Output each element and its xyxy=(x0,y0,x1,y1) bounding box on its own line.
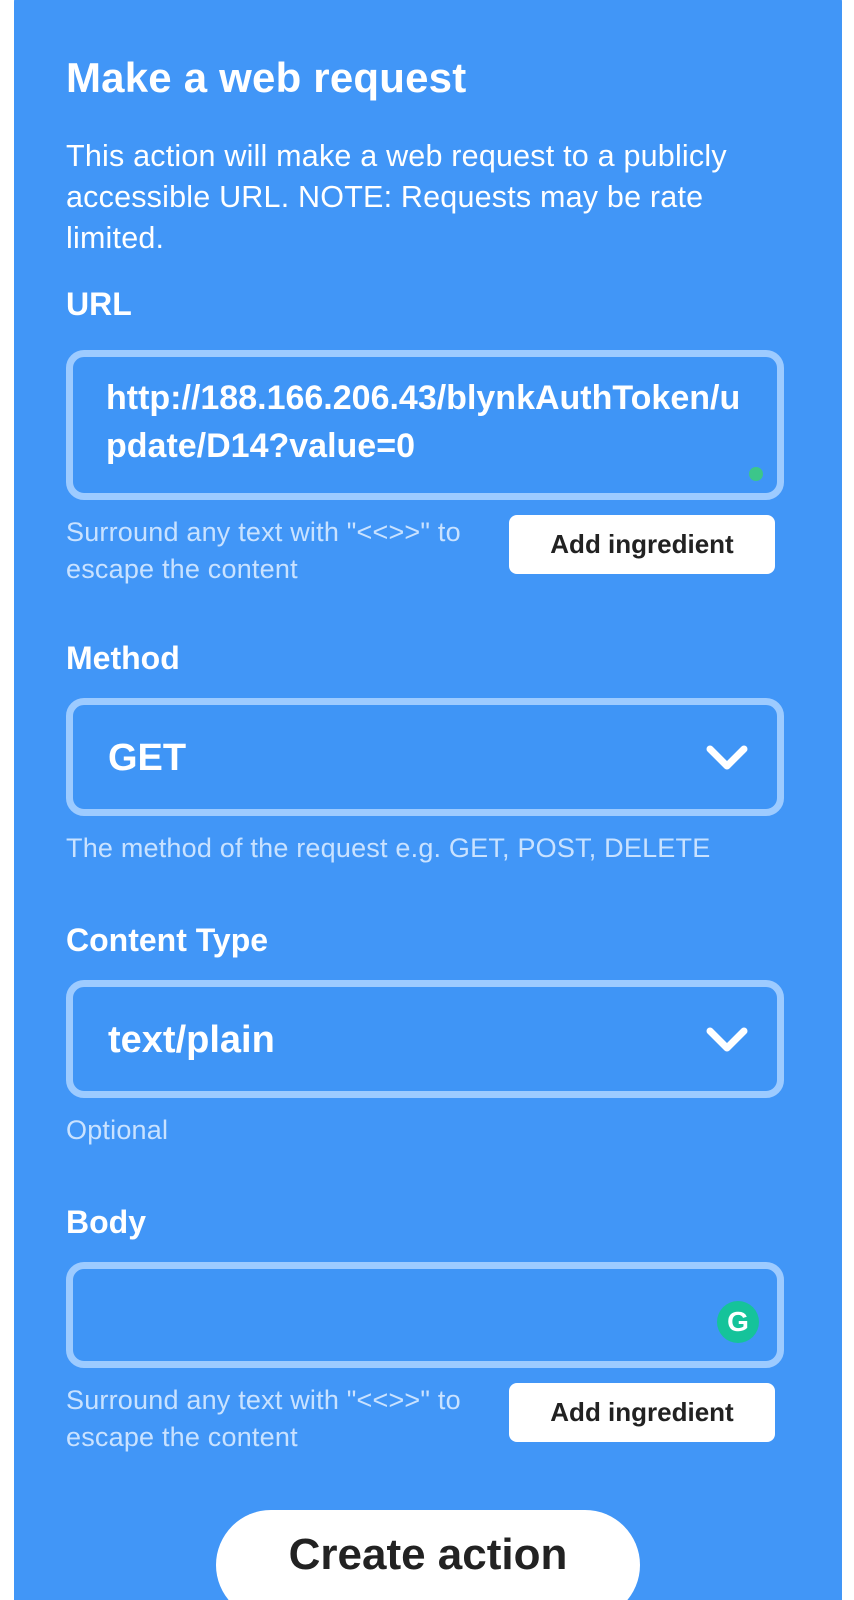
body-help-text: Surround any text with "<<>>" to escape … xyxy=(66,1385,461,1452)
grammarly-icon[interactable]: G xyxy=(717,1301,759,1343)
content-type-help-text: Optional xyxy=(66,1115,169,1145)
method-select[interactable]: GET xyxy=(66,698,784,816)
body-field[interactable]: G xyxy=(66,1262,784,1368)
create-action-button[interactable]: Create action xyxy=(216,1510,640,1600)
web-request-card: Make a web request This action will make… xyxy=(14,0,842,1600)
body-label: Body xyxy=(66,1204,146,1240)
method-value: GET xyxy=(108,737,187,779)
method-help-text: The method of the request e.g. GET, POST… xyxy=(66,833,711,863)
url-value[interactable]: http://188.166.206.43/blynkAuthToken/upd… xyxy=(106,374,756,470)
body-add-ingredient-button[interactable]: Add ingredient xyxy=(509,1383,775,1442)
method-label: Method xyxy=(66,640,180,676)
content-type-label: Content Type xyxy=(66,922,269,958)
chevron-down-icon xyxy=(706,1027,748,1052)
url-help-text: Surround any text with "<<>>" to escape … xyxy=(66,517,461,584)
page-title: Make a web request xyxy=(66,54,467,101)
url-field[interactable]: http://188.166.206.43/blynkAuthToken/upd… xyxy=(66,350,784,500)
chevron-down-icon xyxy=(706,745,748,770)
action-description: This action will make a web request to a… xyxy=(66,139,727,255)
content-type-value: text/plain xyxy=(108,1019,275,1061)
url-add-ingredient-button[interactable]: Add ingredient xyxy=(509,515,775,574)
content-type-select[interactable]: text/plain xyxy=(66,980,784,1098)
status-dot-icon xyxy=(749,467,763,481)
url-label: URL xyxy=(66,286,132,322)
